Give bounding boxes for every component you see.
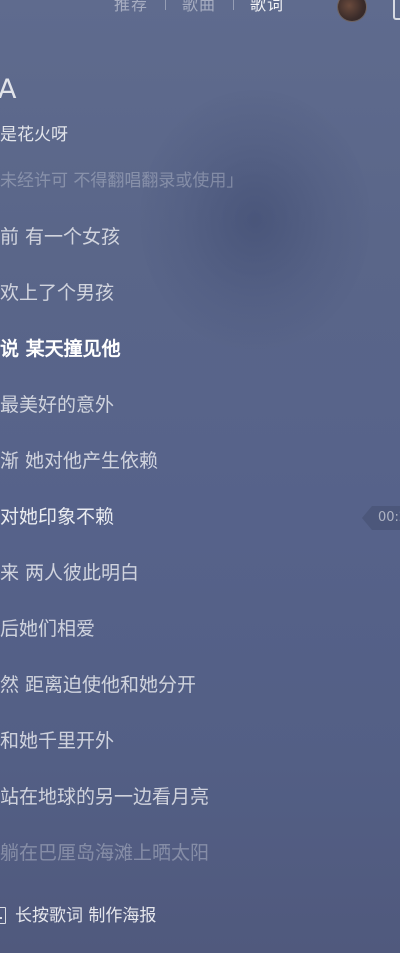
lyric-line[interactable]: 来 两人彼此明白	[0, 561, 139, 585]
background-blur-blob	[140, 90, 370, 350]
lyric-line[interactable]: 渐 她对他产生依赖	[0, 449, 158, 473]
time-indicator-text: 00:2	[378, 510, 400, 525]
copyright-notice: 未经许可 不得翻唱翻录或使用」	[0, 171, 244, 191]
tab-divider	[165, 0, 166, 10]
user-avatar-icon[interactable]	[337, 0, 367, 22]
tab-recommend[interactable]: 推荐	[114, 0, 148, 15]
lyric-line[interactable]: 最美好的意外	[0, 393, 114, 417]
tab-divider	[233, 0, 234, 10]
lyric-line[interactable]: 躺在巴厘岛海滩上晒太阳	[0, 841, 209, 865]
tab-songs[interactable]: 歌曲	[182, 0, 216, 15]
top-navigation-bar: 推荐 歌曲 歌词	[0, 0, 400, 30]
bookmark-icon[interactable]	[393, 0, 400, 20]
lyric-line[interactable]: 和她千里开外	[0, 729, 114, 753]
poster-icon	[0, 907, 6, 924]
make-poster-label: 长按歌词 制作海报	[15, 906, 157, 926]
lyric-line[interactable]: 对她印象不赖	[0, 505, 114, 529]
lyric-line[interactable]: 然 距离迫使他和她分开	[0, 673, 196, 697]
lyric-line[interactable]: 说 某天撞见他	[0, 337, 121, 361]
song-title: A	[0, 74, 17, 105]
lyric-line[interactable]: 后她们相爱	[0, 617, 95, 641]
song-artist: 是花火呀	[0, 125, 68, 145]
tab-lyrics[interactable]: 歌词	[250, 0, 284, 15]
lyric-line[interactable]: 欢上了个男孩	[0, 281, 114, 305]
lyric-line[interactable]: 前 有一个女孩	[0, 225, 120, 249]
lyrics-screen: 推荐 歌曲 歌词 A 是花火呀 未经许可 不得翻唱翻录或使用」 前 有一个女孩欢…	[0, 0, 400, 953]
lyric-line[interactable]: 站在地球的另一边看月亮	[0, 785, 209, 809]
